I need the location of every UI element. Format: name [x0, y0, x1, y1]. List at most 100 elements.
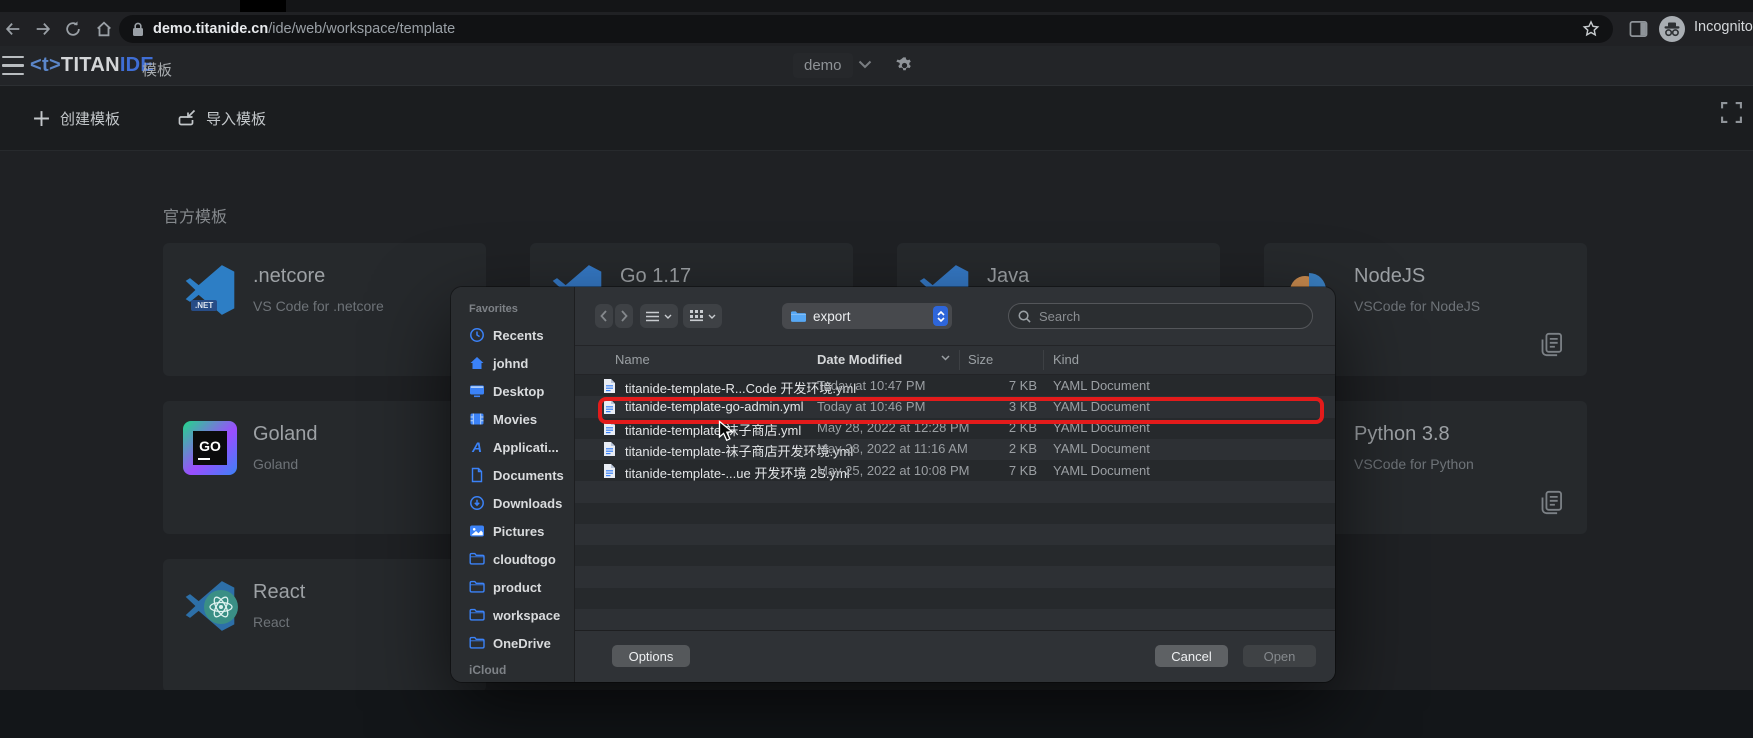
sidebar-item-label: product — [493, 580, 541, 595]
sidebar-item-workspace[interactable]: workspace — [451, 601, 574, 629]
template-card-subtitle: VSCode for NodeJS — [1354, 298, 1480, 314]
sidebar-item-onedrive[interactable]: OneDrive — [451, 629, 574, 657]
file-row-empty — [575, 503, 1335, 524]
options-button[interactable]: Options — [612, 645, 690, 667]
sidebar-items: Recents johnd Desktop Movies AApplicati... Do… — [451, 321, 574, 657]
location-dropdown[interactable]: export — [782, 303, 952, 329]
file-row[interactable]: titanide-template-袜子商店开发环境.ymlMay 28, 20… — [575, 439, 1335, 460]
sidebar-item-documents[interactable]: Documents — [451, 461, 574, 489]
column-kind[interactable]: Kind — [1053, 352, 1079, 367]
sidebar-item-label: Documents — [493, 468, 564, 483]
file-date-modified: Today at 10:46 PM — [817, 399, 925, 414]
url-bar[interactable]: demo.titanide.cn/ide/web/workspace/templ… — [119, 15, 1613, 43]
file-name: titanide-template-...ue 开发环境 2S.yml — [625, 463, 850, 482]
template-card-title: Goland — [253, 423, 318, 446]
file-row-empty — [575, 588, 1335, 609]
nav-back-button[interactable] — [595, 304, 613, 328]
browser-tab-strip — [0, 0, 1753, 12]
file-row[interactable]: titanide-template-袜子商店.ymlMay 28, 2022 a… — [575, 418, 1335, 439]
file-row[interactable]: titanide-template-...ue 开发环境 2S.ymlMay 2… — [575, 460, 1335, 481]
sidebar-item-label: Pictures — [493, 524, 544, 539]
yaml-file-icon — [603, 399, 616, 415]
yaml-file-icon — [603, 420, 616, 436]
sidebar-item-pictures[interactable]: Pictures — [451, 517, 574, 545]
cancel-button[interactable]: Cancel — [1155, 645, 1228, 667]
file-row[interactable]: titanide-template-R...Code 开发环境.ymlToday… — [575, 375, 1335, 396]
sidebar-item-label: johnd — [493, 356, 528, 371]
incognito-label: Incognito — [1694, 19, 1753, 35]
template-card-subtitle: VSCode for Python — [1354, 456, 1474, 472]
app-store-icon: A — [469, 439, 485, 455]
back-icon[interactable] — [4, 20, 22, 38]
forward-icon[interactable] — [34, 20, 52, 38]
search-input[interactable] — [1037, 308, 1303, 325]
bookmark-star-icon[interactable] — [1582, 20, 1600, 38]
file-kind: YAML Document — [1053, 463, 1150, 478]
incognito-avatar[interactable] — [1659, 16, 1677, 34]
template-card[interactable]: ReactReact — [163, 559, 486, 692]
side-panel-icon[interactable] — [1629, 20, 1647, 38]
list-view-button[interactable] — [640, 304, 678, 328]
browser-tab[interactable] — [240, 0, 286, 12]
template-actions: 创建模板 导入模板 — [0, 86, 1753, 150]
icloud-heading: iCloud — [469, 663, 506, 677]
svg-text:A: A — [471, 439, 482, 455]
search-field[interactable] — [1008, 303, 1313, 329]
file-row-empty — [575, 609, 1335, 630]
location-label: export — [813, 309, 933, 324]
template-card-title: Python 3.8 — [1354, 423, 1474, 446]
folder-icon — [469, 552, 485, 566]
workspace-selector[interactable]: demo — [793, 53, 853, 78]
reload-icon[interactable] — [64, 20, 82, 38]
home-icon[interactable] — [95, 20, 113, 38]
column-size[interactable]: Size — [968, 352, 993, 367]
sidebar-item-cloudtogo[interactable]: cloudtogo — [451, 545, 574, 573]
sidebar-item-product[interactable]: product — [451, 573, 574, 601]
file-list-header: Name Date Modified Size Kind — [575, 345, 1335, 375]
photo-icon — [469, 523, 485, 539]
sort-chevron-icon[interactable] — [941, 355, 950, 361]
sidebar-item-label: OneDrive — [493, 636, 551, 651]
dropdown-stepper-icon — [933, 306, 948, 326]
nav-forward-button[interactable] — [615, 304, 633, 328]
file-list: titanide-template-R...Code 开发环境.ymlToday… — [575, 375, 1335, 630]
sidebar-item-label: workspace — [493, 608, 560, 623]
template-card[interactable]: .NET.netcoreVS Code for .netcore — [163, 243, 486, 376]
file-size: 3 KB — [953, 399, 1037, 414]
desktop-icon — [469, 383, 485, 399]
clock-icon — [469, 327, 485, 343]
file-kind: YAML Document — [1053, 378, 1150, 393]
column-date-modified[interactable]: Date Modified — [817, 352, 902, 367]
sidebar-item-applicati-[interactable]: AApplicati... — [451, 433, 574, 461]
dialog-sidebar: Favorites RecentsjohndDesktopMoviesAAppl… — [451, 287, 575, 682]
import-template-button[interactable]: 导入模板 — [178, 108, 266, 129]
template-card-title: Java — [987, 265, 1029, 288]
template-card-title: NodeJS — [1354, 265, 1480, 288]
sidebar-item-label: Movies — [493, 412, 537, 427]
folder-icon — [469, 636, 485, 650]
sidebar-item-movies[interactable]: Movies — [451, 405, 574, 433]
sidebar-item-recents[interactable]: Recents — [451, 321, 574, 349]
gear-icon[interactable] — [895, 56, 914, 75]
sidebar-item-johnd[interactable]: johnd — [451, 349, 574, 377]
file-kind: YAML Document — [1053, 420, 1150, 435]
lock-icon — [132, 22, 144, 37]
column-name[interactable]: Name — [615, 352, 650, 367]
chevron-down-icon[interactable] — [858, 60, 872, 69]
menu-icon[interactable] — [2, 56, 24, 75]
file-date-modified: May 28, 2022 at 12:28 PM — [817, 420, 969, 435]
group-view-button[interactable] — [683, 304, 722, 328]
browser-navbar: demo.titanide.cn/ide/web/workspace/templ… — [0, 12, 1753, 46]
template-card-subtitle: VS Code for .netcore — [253, 298, 384, 314]
file-row[interactable]: titanide-template-go-admin.ymlToday at 1… — [575, 396, 1335, 417]
create-template-button[interactable]: 创建模板 — [33, 108, 120, 129]
open-button[interactable]: Open — [1243, 645, 1316, 667]
search-icon — [1018, 310, 1031, 323]
sidebar-item-desktop[interactable]: Desktop — [451, 377, 574, 405]
template-card[interactable]: GOGolandGoland — [163, 401, 486, 534]
vscode-react-icon — [183, 579, 237, 633]
sidebar-item-downloads[interactable]: Downloads — [451, 489, 574, 517]
file-row-empty — [575, 524, 1335, 545]
sidebar-item-label: cloudtogo — [493, 552, 556, 567]
file-size: 7 KB — [953, 378, 1037, 393]
